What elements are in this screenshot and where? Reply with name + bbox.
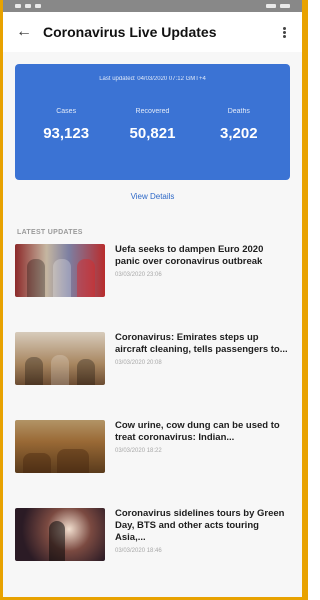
updates-list: Uefa seeks to dampen Euro 2020 panic ove…: [3, 244, 302, 596]
news-headline: Cow urine, cow dung can be used to treat…: [115, 420, 280, 443]
app-bar: ← Coronavirus Live Updates: [3, 12, 302, 52]
news-date: 03/03/2020 18:46: [115, 548, 162, 554]
view-details-link[interactable]: View Details: [3, 192, 302, 201]
news-thumbnail: [15, 244, 105, 297]
cases-label: Cases: [56, 108, 77, 115]
news-meta: Coronavirus sidelines tours by Green Day…: [115, 508, 290, 554]
news-headline: Coronavirus sidelines tours by Green Day…: [115, 508, 285, 543]
stats-row: Cases 93,123 Recovered 50,821 Deaths 3,2…: [15, 108, 290, 142]
news-thumbnail: [15, 420, 105, 473]
list-item[interactable]: Uefa seeks to dampen Euro 2020 panic ove…: [3, 244, 302, 332]
page-title: Coronavirus Live Updates: [43, 24, 217, 40]
recovered-stat: Recovered 50,821: [112, 108, 192, 142]
cases-value: 93,123: [43, 125, 90, 142]
more-vertical-icon[interactable]: [276, 21, 292, 43]
status-left-icons: [15, 4, 41, 8]
notification-icon: [35, 4, 41, 8]
news-date: 03/03/2020 18:22: [115, 448, 162, 454]
deaths-value: 3,202: [220, 125, 258, 142]
notification-icon: [25, 4, 31, 8]
news-headline: Coronavirus: Emirates steps up aircraft …: [115, 332, 288, 355]
stats-card: Last updated: 04/03/2020 07:12 GMT+4 Cas…: [15, 64, 290, 180]
deaths-label: Deaths: [227, 108, 250, 115]
news-meta: Uefa seeks to dampen Euro 2020 panic ove…: [115, 244, 290, 278]
news-date: 03/03/2020 23:06: [115, 272, 162, 278]
news-date: 03/03/2020 20:08: [115, 360, 162, 366]
news-meta: Coronavirus: Emirates steps up aircraft …: [115, 332, 290, 366]
news-meta: Cow urine, cow dung can be used to treat…: [115, 420, 290, 454]
wifi-icon: [266, 4, 276, 8]
status-bar: [3, 0, 302, 12]
list-item[interactable]: Coronavirus sidelines tours by Green Day…: [3, 508, 302, 596]
last-updated-text: Last updated: 04/03/2020 07:12 GMT+4: [99, 76, 206, 82]
arrow-left-icon[interactable]: ←: [13, 21, 35, 43]
list-item[interactable]: Coronavirus: Emirates steps up aircraft …: [3, 332, 302, 420]
status-right-icons: [266, 4, 290, 8]
news-thumbnail: [15, 332, 105, 385]
deaths-stat: Deaths 3,202: [199, 108, 279, 142]
cases-stat: Cases 93,123: [26, 108, 106, 142]
news-thumbnail: [15, 508, 105, 561]
battery-icon: [280, 4, 290, 8]
phone-screen: ← Coronavirus Live Updates Last updated:…: [0, 0, 308, 600]
recovered-label: Recovered: [135, 108, 170, 115]
signal-icon: [15, 4, 21, 8]
latest-updates-header: LATEST UPDATES: [17, 229, 83, 236]
recovered-value: 50,821: [129, 125, 176, 142]
list-item[interactable]: Cow urine, cow dung can be used to treat…: [3, 420, 302, 508]
news-headline: Uefa seeks to dampen Euro 2020 panic ove…: [115, 244, 264, 267]
